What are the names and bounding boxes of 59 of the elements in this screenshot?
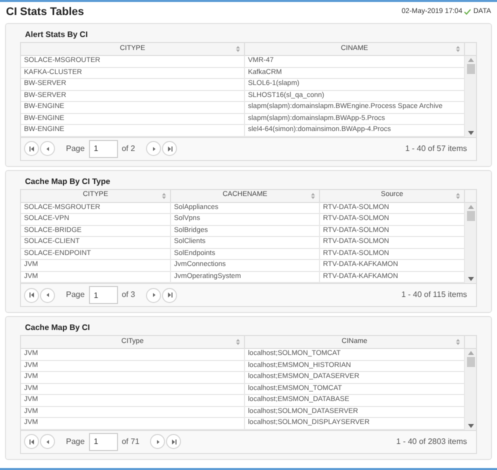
last-page-button[interactable] bbox=[162, 141, 178, 156]
last-page-button[interactable] bbox=[162, 288, 178, 302]
skip-forward-icon bbox=[166, 146, 173, 152]
previous-page-button[interactable] bbox=[40, 288, 55, 302]
page-count: of 71 bbox=[122, 436, 140, 448]
page-label: Page bbox=[66, 436, 85, 448]
page-input[interactable]: 1 bbox=[88, 432, 118, 450]
triangle-right-icon bbox=[150, 146, 157, 152]
item-count: 1 - 40 of 57 items bbox=[405, 142, 467, 154]
scroll-up-icon[interactable] bbox=[468, 58, 474, 62]
skip-back-icon bbox=[28, 146, 34, 152]
scroll-down-icon[interactable] bbox=[468, 277, 474, 281]
page-input[interactable]: 1 bbox=[88, 286, 118, 304]
last-page-button[interactable] bbox=[166, 434, 182, 449]
scrollbar-thumb[interactable] bbox=[466, 357, 474, 367]
triangle-right-icon bbox=[154, 438, 161, 444]
scrollbar[interactable] bbox=[465, 56, 476, 136]
page-label: Page bbox=[66, 289, 85, 301]
triangle-left-icon bbox=[44, 438, 50, 444]
scrollbar-thumb[interactable] bbox=[466, 64, 474, 74]
previous-page-button[interactable] bbox=[40, 141, 55, 156]
next-page-button[interactable] bbox=[146, 288, 162, 302]
next-page-button[interactable] bbox=[150, 434, 166, 449]
item-count: 1 - 40 of 115 items bbox=[401, 289, 467, 301]
triangle-left-icon bbox=[44, 292, 50, 298]
skip-back-icon bbox=[28, 292, 34, 298]
page-input[interactable]: 1 bbox=[88, 140, 118, 158]
skip-forward-icon bbox=[170, 438, 177, 444]
scrollbar[interactable] bbox=[465, 202, 476, 283]
next-page-button[interactable] bbox=[146, 141, 162, 156]
page-title: CI Stats Tables bbox=[6, 4, 84, 20]
scroll-down-icon[interactable] bbox=[468, 424, 474, 428]
table-title: Cache Map By CI Type bbox=[25, 176, 112, 188]
triangle-right-icon bbox=[150, 292, 157, 298]
triangle-left-icon bbox=[44, 146, 50, 152]
previous-page-button[interactable] bbox=[40, 434, 55, 449]
item-count: 1 - 40 of 2803 items bbox=[396, 436, 467, 448]
scroll-up-icon[interactable] bbox=[468, 204, 474, 208]
sort-icon bbox=[236, 339, 240, 345]
page-count: of 2 bbox=[122, 142, 136, 154]
first-page-button[interactable] bbox=[24, 288, 39, 302]
skip-forward-icon bbox=[166, 292, 173, 298]
sort-icon bbox=[456, 192, 460, 198]
table-title: Alert Stats By CI bbox=[25, 29, 89, 41]
sort-icon bbox=[456, 46, 460, 52]
scroll-down-icon[interactable] bbox=[468, 130, 474, 134]
page-label: Page bbox=[66, 142, 85, 154]
scroll-up-icon[interactable] bbox=[468, 351, 474, 355]
table-title: Cache Map By CI bbox=[25, 322, 91, 334]
sort-icon bbox=[311, 192, 315, 198]
page-count: of 3 bbox=[122, 289, 136, 301]
sort-icon bbox=[456, 339, 460, 345]
first-page-button[interactable] bbox=[24, 141, 39, 156]
first-page-button[interactable] bbox=[24, 434, 39, 449]
sort-icon bbox=[162, 192, 166, 198]
sort-icon bbox=[236, 46, 240, 52]
skip-back-icon bbox=[28, 438, 34, 444]
scrollbar[interactable] bbox=[465, 349, 476, 430]
scrollbar-thumb[interactable] bbox=[466, 210, 474, 220]
